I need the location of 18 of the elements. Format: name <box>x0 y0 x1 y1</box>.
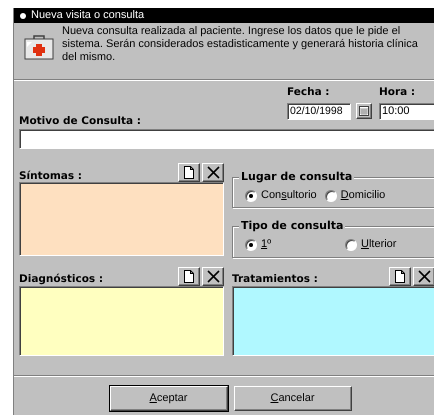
time-label: Hora : <box>379 86 416 99</box>
panel-label: Tratamientos : <box>232 272 318 286</box>
time-field[interactable]: 10:00 <box>379 102 434 120</box>
date-label: Fecha : <box>287 86 331 99</box>
dialog-button[interactable]: Aceptar <box>110 386 228 411</box>
reason-label: Motivo de Consulta : <box>19 114 142 128</box>
window-title: Nueva visita o consulta <box>31 8 144 22</box>
panel-label: Síntomas : <box>19 170 82 182</box>
group-title: Lugar de consulta <box>239 170 354 184</box>
radio-option[interactable]: 1º <box>245 238 337 252</box>
radio-option[interactable]: Domicilio <box>324 189 393 202</box>
description-text: Nueva consulta realizada al paciente. Ingrese los datos que le pide el sistema. Serán considerados estadisticamente y generará historia clínica del mismo. <box>62 25 419 65</box>
date-field[interactable]: 02/10/1998 <box>287 102 351 120</box>
panel-label: Diagnósticos : <box>19 272 104 286</box>
radio-option[interactable]: Ulterior <box>345 238 434 252</box>
radio-option[interactable]: Consultorio <box>245 189 317 202</box>
dialog-button[interactable]: Cancelar <box>234 386 352 411</box>
group-title: Tipo de consulta <box>239 219 346 234</box>
